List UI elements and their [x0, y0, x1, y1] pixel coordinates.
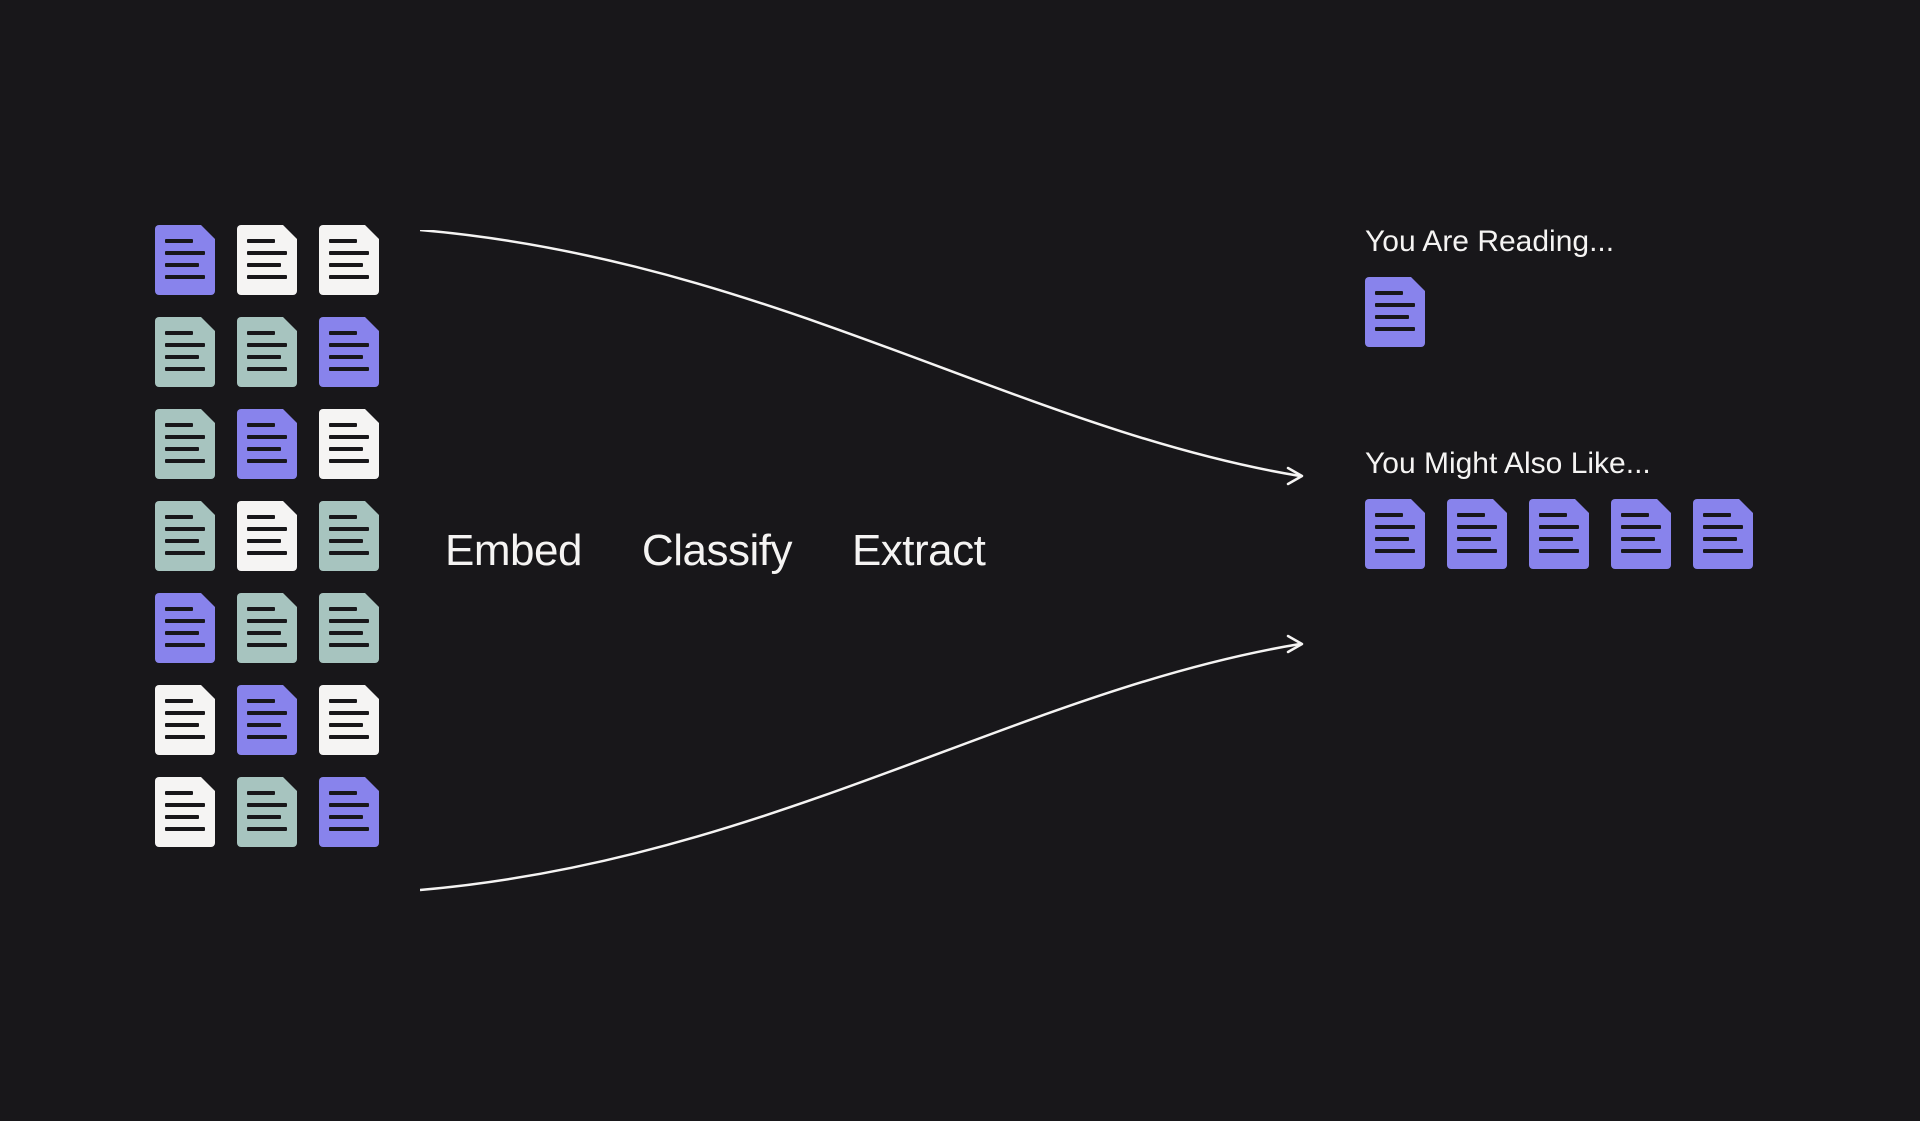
input-doc-icon	[319, 225, 379, 295]
pipeline-steps: Embed Classify Extract	[445, 526, 985, 576]
input-doc-icon	[155, 409, 215, 479]
recommendation-doc-icon	[1365, 499, 1425, 569]
reading-section: You Are Reading...	[1365, 225, 1753, 347]
input-doc-icon	[155, 777, 215, 847]
input-doc-icon	[237, 777, 297, 847]
recommendations-section: You Might Also Like...	[1365, 447, 1753, 569]
pipeline-step-embed: Embed	[445, 526, 582, 576]
recommendation-doc-icon	[1693, 499, 1753, 569]
input-doc-icon	[319, 317, 379, 387]
recommendations-title: You Might Also Like...	[1365, 447, 1753, 481]
input-doc-icon	[155, 685, 215, 755]
recommendation-docs-row	[1365, 499, 1753, 569]
pipeline-step-extract: Extract	[852, 526, 985, 576]
output-section: You Are Reading... You Might Also Like..…	[1365, 225, 1753, 569]
input-doc-icon	[319, 593, 379, 663]
input-doc-icon	[155, 593, 215, 663]
input-doc-icon	[237, 593, 297, 663]
input-doc-icon	[319, 685, 379, 755]
input-doc-icon	[319, 409, 379, 479]
input-documents-grid	[155, 225, 379, 847]
input-doc-icon	[237, 409, 297, 479]
input-doc-icon	[319, 501, 379, 571]
input-doc-icon	[237, 225, 297, 295]
recommendation-doc-icon	[1529, 499, 1589, 569]
input-doc-icon	[237, 501, 297, 571]
recommendation-doc-icon	[1447, 499, 1507, 569]
input-doc-icon	[155, 225, 215, 295]
recommendation-doc-icon	[1611, 499, 1671, 569]
input-doc-icon	[237, 685, 297, 755]
input-doc-icon	[155, 501, 215, 571]
pipeline-step-classify: Classify	[642, 526, 792, 576]
input-doc-icon	[319, 777, 379, 847]
input-doc-icon	[237, 317, 297, 387]
reading-doc-icon	[1365, 277, 1425, 347]
input-doc-icon	[155, 317, 215, 387]
reading-title: You Are Reading...	[1365, 225, 1753, 259]
